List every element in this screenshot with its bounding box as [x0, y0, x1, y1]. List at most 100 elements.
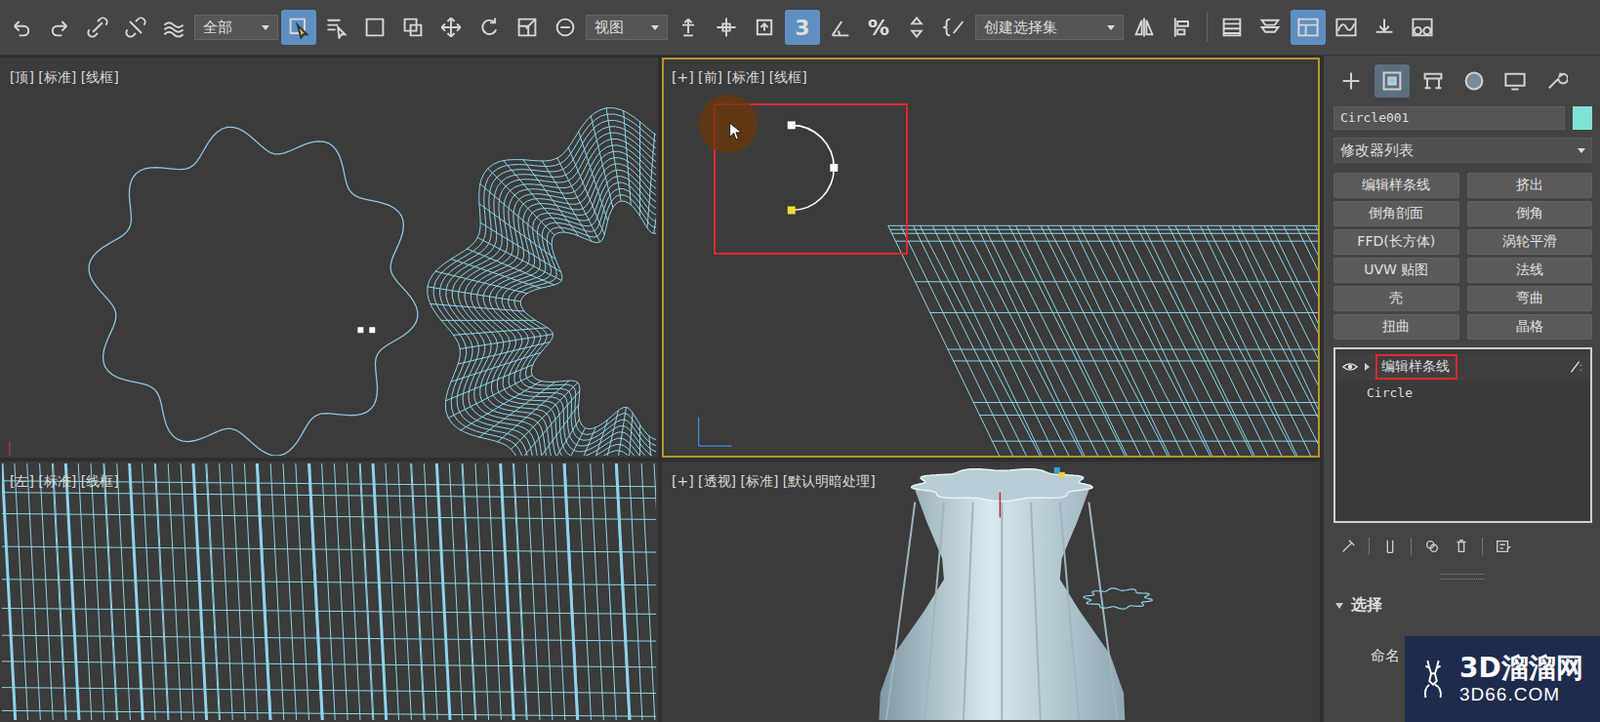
- scale-button[interactable]: [509, 9, 545, 45]
- angle-snap-icon: [828, 15, 853, 40]
- panel-divider[interactable]: [1440, 574, 1485, 580]
- viewport-label[interactable]: [+] [透视] [标准] [默认明暗处理]: [669, 471, 878, 493]
- selection-filter-dropdown[interactable]: 全部: [194, 14, 279, 41]
- layer-explorer-button[interactable]: [1214, 9, 1250, 45]
- align-icon: [1170, 15, 1194, 40]
- viewport-label[interactable]: [左] [标准] [线框]: [7, 471, 122, 493]
- rotate-button[interactable]: [471, 9, 507, 45]
- schematic-view-button[interactable]: [1366, 9, 1402, 45]
- unlink-button[interactable]: [118, 9, 154, 45]
- select-and-place-icon: [553, 15, 577, 40]
- make-unique-icon[interactable]: [1423, 537, 1441, 556]
- modifier-button[interactable]: 扭曲: [1333, 314, 1460, 340]
- material-editor-icon: [1410, 15, 1435, 40]
- app-window: 全部 视图 3% 创建选择集 [顶] [标准] [线框] [+] [前] [标准] [线框…: [0, 0, 1600, 722]
- main-toolbar: 全部 视图 3% 创建选择集: [0, 0, 1600, 56]
- configure-modifier-sets-icon[interactable]: [1494, 537, 1513, 556]
- command-panel-tab[interactable]: [1333, 64, 1369, 98]
- modifier-button[interactable]: 倒角: [1467, 201, 1594, 227]
- link-button[interactable]: [80, 9, 116, 45]
- material-editor-button[interactable]: [1404, 9, 1440, 45]
- rotate-icon: [477, 15, 501, 40]
- rollout-header[interactable]: 选择: [1333, 591, 1593, 620]
- command-panel-tab[interactable]: [1374, 64, 1410, 98]
- reference-coordinate-dropdown[interactable]: 视图: [585, 14, 668, 41]
- pivot-button[interactable]: [670, 9, 706, 45]
- modifier-button[interactable]: UVW 贴图: [1333, 257, 1460, 284]
- viewport[interactable]: [左] [标准] [线框]: [0, 461, 658, 722]
- motion-icon: [1462, 69, 1486, 93]
- edit-named-selection-icon: [943, 15, 967, 40]
- modifier-buttons: 编辑样条线挤出倒角剖面倒角 FFD(长方体) 涡轮平滑 UVW 贴图法线壳弯曲扭曲晶格: [1333, 172, 1593, 340]
- stack-item[interactable]: 编辑样条线: [1335, 353, 1591, 381]
- redo-button[interactable]: [41, 9, 78, 45]
- curve-editor-icon: [1334, 15, 1358, 40]
- keyboard-shortcut-button[interactable]: [746, 9, 782, 45]
- modifier-button[interactable]: 法线: [1467, 257, 1594, 284]
- pivot-icon: [676, 15, 700, 40]
- modifier-button[interactable]: 编辑样条线: [1333, 172, 1460, 199]
- select-by-name-icon: [325, 15, 349, 40]
- modifier-button[interactable]: 涡轮平滑: [1467, 229, 1594, 255]
- utilities-icon: [1544, 69, 1568, 93]
- show-end-result-icon[interactable]: [1381, 537, 1399, 556]
- spinner-snap-button[interactable]: [899, 9, 935, 45]
- scene-explorer-button[interactable]: [1290, 9, 1326, 45]
- select-by-name-button[interactable]: [319, 9, 355, 45]
- hierarchy-icon: [1421, 69, 1445, 93]
- unlink-icon: [123, 15, 148, 40]
- modifier-button[interactable]: FFD(长方体): [1333, 229, 1460, 255]
- command-panel-tab[interactable]: [1415, 64, 1451, 98]
- object-color-swatch[interactable]: [1572, 106, 1593, 130]
- eye-icon[interactable]: [1341, 358, 1359, 376]
- command-panel-tab[interactable]: [1456, 64, 1492, 98]
- named-selection-set-dropdown[interactable]: 创建选择集: [975, 14, 1124, 41]
- rect-region-icon: [363, 15, 387, 40]
- curve-editor-button[interactable]: [1328, 9, 1364, 45]
- top-view-wireframe: [1, 59, 657, 456]
- layer-explorer-icon: [1220, 15, 1244, 40]
- command-panel-tab[interactable]: [1538, 64, 1574, 98]
- select-and-place-button[interactable]: [547, 9, 583, 45]
- mirror-button[interactable]: [1126, 9, 1162, 45]
- scale-icon: [515, 15, 539, 40]
- viewport[interactable]: [+] [透视] [标准] [默认明暗处理]: [661, 461, 1320, 722]
- modifier-button[interactable]: 挤出: [1467, 172, 1594, 199]
- object-name-row: Circle001: [1333, 106, 1593, 130]
- bind-spacewarp-button[interactable]: [156, 9, 192, 45]
- edit-named-selection-button[interactable]: [937, 9, 973, 45]
- command-panel-tab[interactable]: [1497, 64, 1533, 98]
- select-object-button[interactable]: [281, 9, 317, 45]
- viewport[interactable]: [顶] [标准] [线框]: [0, 57, 658, 458]
- expand-arrow[interactable]: [1364, 363, 1370, 371]
- modifier-button[interactable]: 壳: [1333, 286, 1460, 312]
- display-icon: [1503, 69, 1527, 93]
- rect-region-button[interactable]: [357, 9, 393, 45]
- modifier-toggle-icon[interactable]: [1566, 358, 1585, 376]
- snaps-toggle-button[interactable]: 3: [784, 9, 821, 45]
- object-name-field[interactable]: Circle001: [1333, 106, 1565, 130]
- watermark: 3D溜溜网3D66.COM: [1404, 636, 1600, 722]
- viewport[interactable]: [+] [前] [标准] [线框]: [661, 57, 1320, 458]
- window-crossing-button[interactable]: [395, 9, 431, 45]
- link-icon: [85, 15, 110, 40]
- modifier-button[interactable]: 弯曲: [1467, 286, 1594, 312]
- left-view-wireframe: [1, 463, 657, 721]
- remove-modifier-icon[interactable]: [1452, 537, 1471, 556]
- select-manipulate-button[interactable]: [708, 9, 744, 45]
- toggle-ribbon-button[interactable]: [1252, 9, 1288, 45]
- undo-button[interactable]: [3, 9, 40, 45]
- stack-item[interactable]: Circle: [1335, 380, 1591, 406]
- modify-icon: [1380, 69, 1404, 93]
- modifier-list-dropdown[interactable]: 修改器列表: [1333, 137, 1593, 164]
- move-button[interactable]: [433, 9, 469, 45]
- modifier-button[interactable]: 晶格: [1467, 314, 1594, 340]
- pin-stack-icon[interactable]: [1339, 537, 1357, 556]
- viewport-label[interactable]: [顶] [标准] [线框]: [7, 67, 122, 89]
- percent-snap-button[interactable]: %: [861, 9, 897, 45]
- modifier-button[interactable]: 倒角剖面: [1333, 201, 1460, 227]
- perspective-vase: [663, 463, 1318, 721]
- align-button[interactable]: [1164, 9, 1200, 45]
- angle-snap-button[interactable]: [822, 9, 859, 45]
- viewport-label[interactable]: [+] [前] [标准] [线框]: [669, 67, 810, 89]
